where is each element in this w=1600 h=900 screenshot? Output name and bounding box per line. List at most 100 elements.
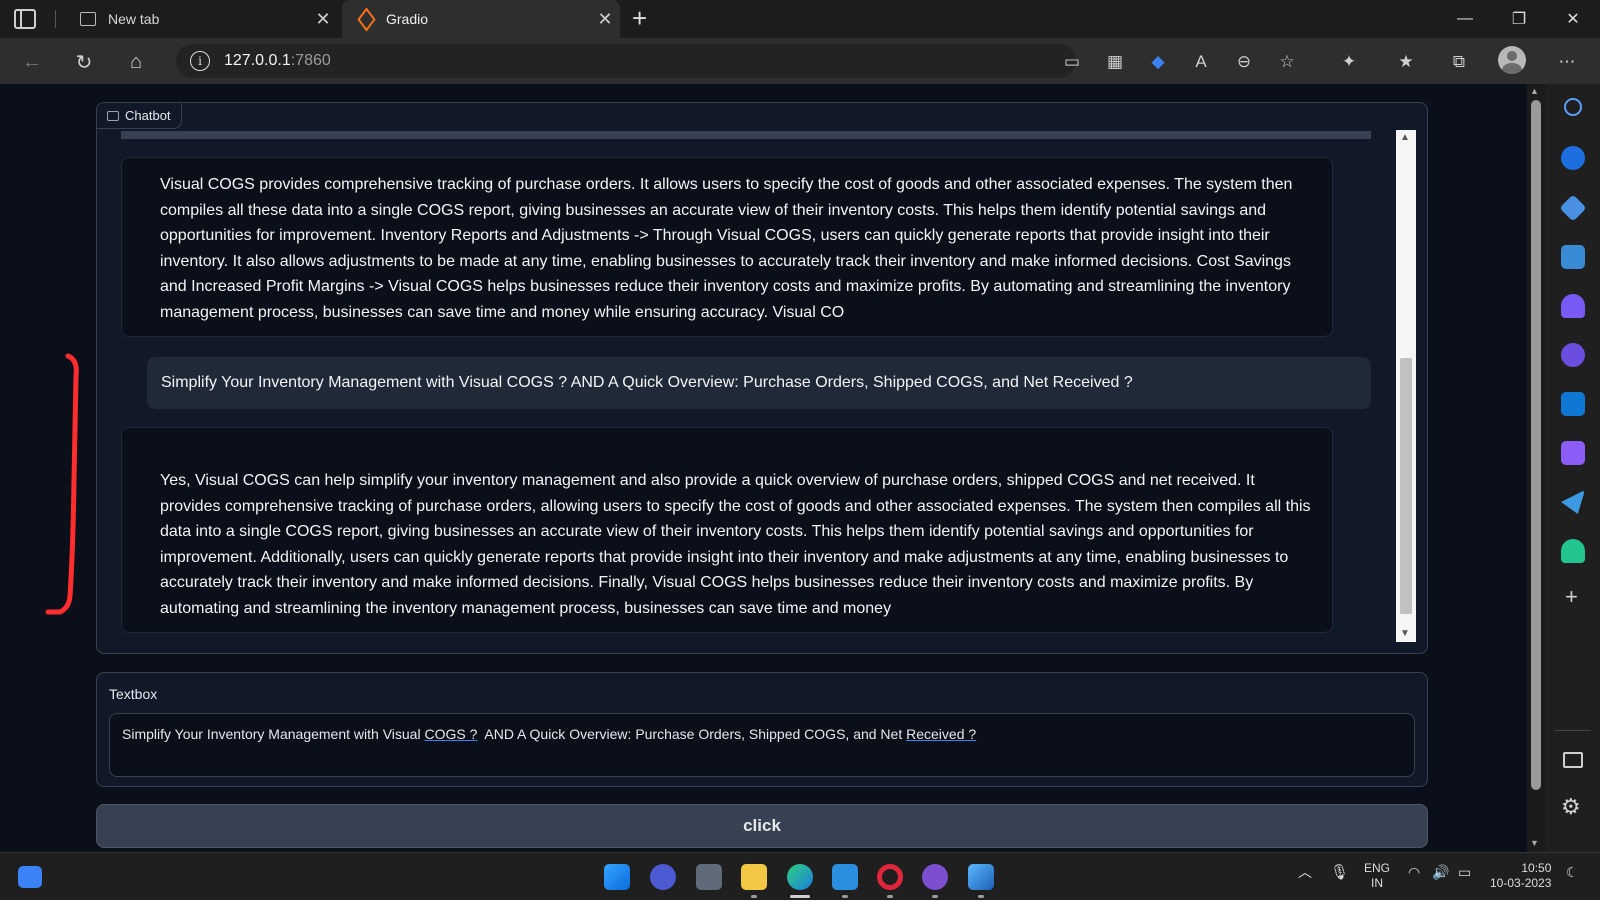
running-indicator: [842, 895, 848, 898]
chatbot-label: Chatbot: [97, 103, 182, 129]
tree-icon[interactable]: [1561, 539, 1585, 563]
message-input[interactable]: Simplify Your Inventory Management with …: [109, 713, 1415, 777]
tab-gradio[interactable]: Gradio ✕: [342, 0, 620, 38]
textbox-label: Textbox: [109, 686, 158, 702]
clock-app-icon[interactable]: [922, 864, 948, 890]
site-info-icon[interactable]: i: [190, 51, 210, 71]
url-port: :7860: [290, 52, 331, 69]
tab-actions-icon[interactable]: [14, 9, 36, 29]
running-indicator: [978, 895, 984, 898]
url-host: 127.0.0.1: [224, 52, 291, 69]
extensions-icon[interactable]: ✦: [1337, 50, 1361, 74]
input-text-part: Received ?: [906, 726, 977, 742]
minimize-button[interactable]: —: [1438, 0, 1492, 38]
browser-tab-strip: New tab ✕ Gradio ✕ + — ❐ ✕: [0, 0, 1600, 38]
scroll-up-arrow-icon[interactable]: ▲: [1400, 132, 1410, 143]
volume-icon[interactable]: 🔊: [1432, 865, 1449, 880]
running-indicator: [932, 895, 938, 898]
input-text-part: COGS ?: [424, 726, 478, 742]
user-message: Simplify Your Inventory Management with …: [147, 357, 1371, 409]
edge-browser-icon[interactable]: [787, 864, 813, 890]
tools-briefcase-icon[interactable]: [1561, 245, 1585, 269]
battery-icon[interactable]: ▭: [1458, 865, 1471, 880]
refresh-button[interactable]: ↻: [68, 46, 100, 78]
input-text-part: AND A Quick Overview: Purchase Orders, S…: [477, 726, 907, 742]
submit-button[interactable]: click: [96, 804, 1428, 848]
page-scroll-thumb[interactable]: [1531, 100, 1541, 790]
teams-chat-icon[interactable]: [650, 864, 676, 890]
shopping-tag-icon[interactable]: ◆: [1146, 50, 1170, 74]
more-menu-icon[interactable]: ⋯: [1555, 50, 1579, 74]
outlook-icon[interactable]: [1561, 392, 1585, 416]
textbox-block: Textbox Simplify Your Inventory Manageme…: [96, 672, 1428, 787]
show-hidden-icons-chevron-icon[interactable]: ︿: [1298, 865, 1312, 880]
add-sidebar-app-icon[interactable]: +: [1565, 584, 1578, 610]
bing-chat-icon[interactable]: [1561, 146, 1585, 170]
search-icon[interactable]: [1564, 98, 1582, 116]
grid-icon[interactable]: ▦: [1103, 50, 1127, 74]
designer-icon[interactable]: [1561, 441, 1585, 465]
close-tab-icon[interactable]: ✕: [308, 9, 338, 30]
scroll-down-arrow-icon[interactable]: ▼: [1400, 628, 1410, 639]
bot-message: Visual COGS provides comprehensive track…: [121, 157, 1333, 337]
running-indicator: [887, 895, 893, 898]
restore-button[interactable]: ❐: [1492, 0, 1546, 38]
windows-taskbar: ︿ 🎙 ENG IN ◠ 🔊 ▭ 10:50 10-03-2023 ☾: [0, 852, 1600, 900]
address-bar[interactable]: i 127.0.0.1 :7860: [176, 44, 1076, 78]
back-button[interactable]: ←: [16, 46, 48, 78]
focus-moon-icon[interactable]: ☾: [1566, 865, 1579, 880]
tab-new-tab[interactable]: New tab ✕: [66, 0, 338, 38]
close-tab-icon[interactable]: ✕: [590, 9, 620, 30]
previous-message-edge: [121, 131, 1371, 139]
page-scroll-up-icon[interactable]: ▲: [1530, 86, 1539, 96]
bot-message: Yes, Visual COGS can help simplify your …: [121, 427, 1333, 633]
chatbot-label-text: Chatbot: [125, 108, 171, 123]
language-code: ENG: [1364, 861, 1391, 875]
tab-separator: [55, 10, 56, 28]
chat-scrollbar[interactable]: ▲ ▼: [1396, 130, 1416, 642]
address-toolbar: ← ↻ ⌂ i 127.0.0.1 :7860 ▭ ▦ ◆ A ⊖ ☆ ✦ ★ …: [0, 38, 1600, 84]
office-icon[interactable]: [1561, 343, 1585, 367]
read-aloud-icon[interactable]: A: [1189, 50, 1213, 74]
widgets-icon[interactable]: [18, 866, 42, 888]
chatbot-block: Chatbot Visual COGS provides comprehensi…: [96, 102, 1428, 654]
clock-date: 10-03-2023: [1490, 876, 1552, 890]
windows-start-icon[interactable]: [604, 864, 630, 890]
opera-icon[interactable]: [877, 864, 903, 890]
language-indicator[interactable]: ENG IN: [1364, 861, 1390, 891]
favorites-icon[interactable]: ★: [1394, 50, 1418, 74]
file-explorer-icon[interactable]: [741, 864, 767, 890]
tab-title: New tab: [108, 11, 160, 27]
zoom-out-icon[interactable]: ⊖: [1232, 50, 1256, 74]
home-button[interactable]: ⌂: [120, 46, 152, 78]
calculator-icon[interactable]: [696, 864, 722, 890]
profile-avatar[interactable]: [1498, 46, 1526, 74]
vscode-icon[interactable]: [832, 864, 858, 890]
microphone-icon[interactable]: 🎙: [1330, 865, 1349, 880]
chat-bubble-icon: [107, 110, 119, 121]
page-scroll-down-icon[interactable]: ▼: [1530, 838, 1539, 848]
app-available-icon[interactable]: ▭: [1060, 50, 1084, 74]
hide-sidebar-icon[interactable]: [1563, 752, 1583, 768]
sidebar-divider: [1555, 730, 1591, 731]
new-tab-button[interactable]: +: [632, 4, 647, 32]
settings-gear-icon[interactable]: ⚙: [1561, 794, 1581, 820]
close-window-button[interactable]: ✕: [1546, 0, 1600, 38]
page-scrollbar[interactable]: ▲ ▼: [1527, 84, 1545, 852]
chat-messages[interactable]: Visual COGS provides comprehensive track…: [121, 131, 1371, 643]
add-favorite-icon[interactable]: ☆: [1275, 50, 1299, 74]
send-icon[interactable]: [1561, 490, 1585, 514]
clock[interactable]: 10:50 10-03-2023: [1490, 861, 1551, 891]
tab-title: Gradio: [386, 11, 429, 27]
photos-icon[interactable]: [968, 864, 994, 890]
edge-sidebar: + ⚙: [1545, 84, 1600, 852]
people-icon[interactable]: [1561, 294, 1585, 318]
input-text-part: Simplify Your Inventory Management with …: [122, 726, 425, 742]
chat-scroll-thumb[interactable]: [1400, 358, 1412, 614]
shopping-icon[interactable]: [1559, 194, 1587, 222]
collections-icon[interactable]: ⧉: [1447, 50, 1471, 74]
wifi-icon[interactable]: ◠: [1408, 865, 1420, 880]
active-indicator: [790, 895, 810, 898]
new-tab-favicon-icon: [80, 12, 96, 26]
clock-time: 10:50: [1521, 861, 1552, 875]
